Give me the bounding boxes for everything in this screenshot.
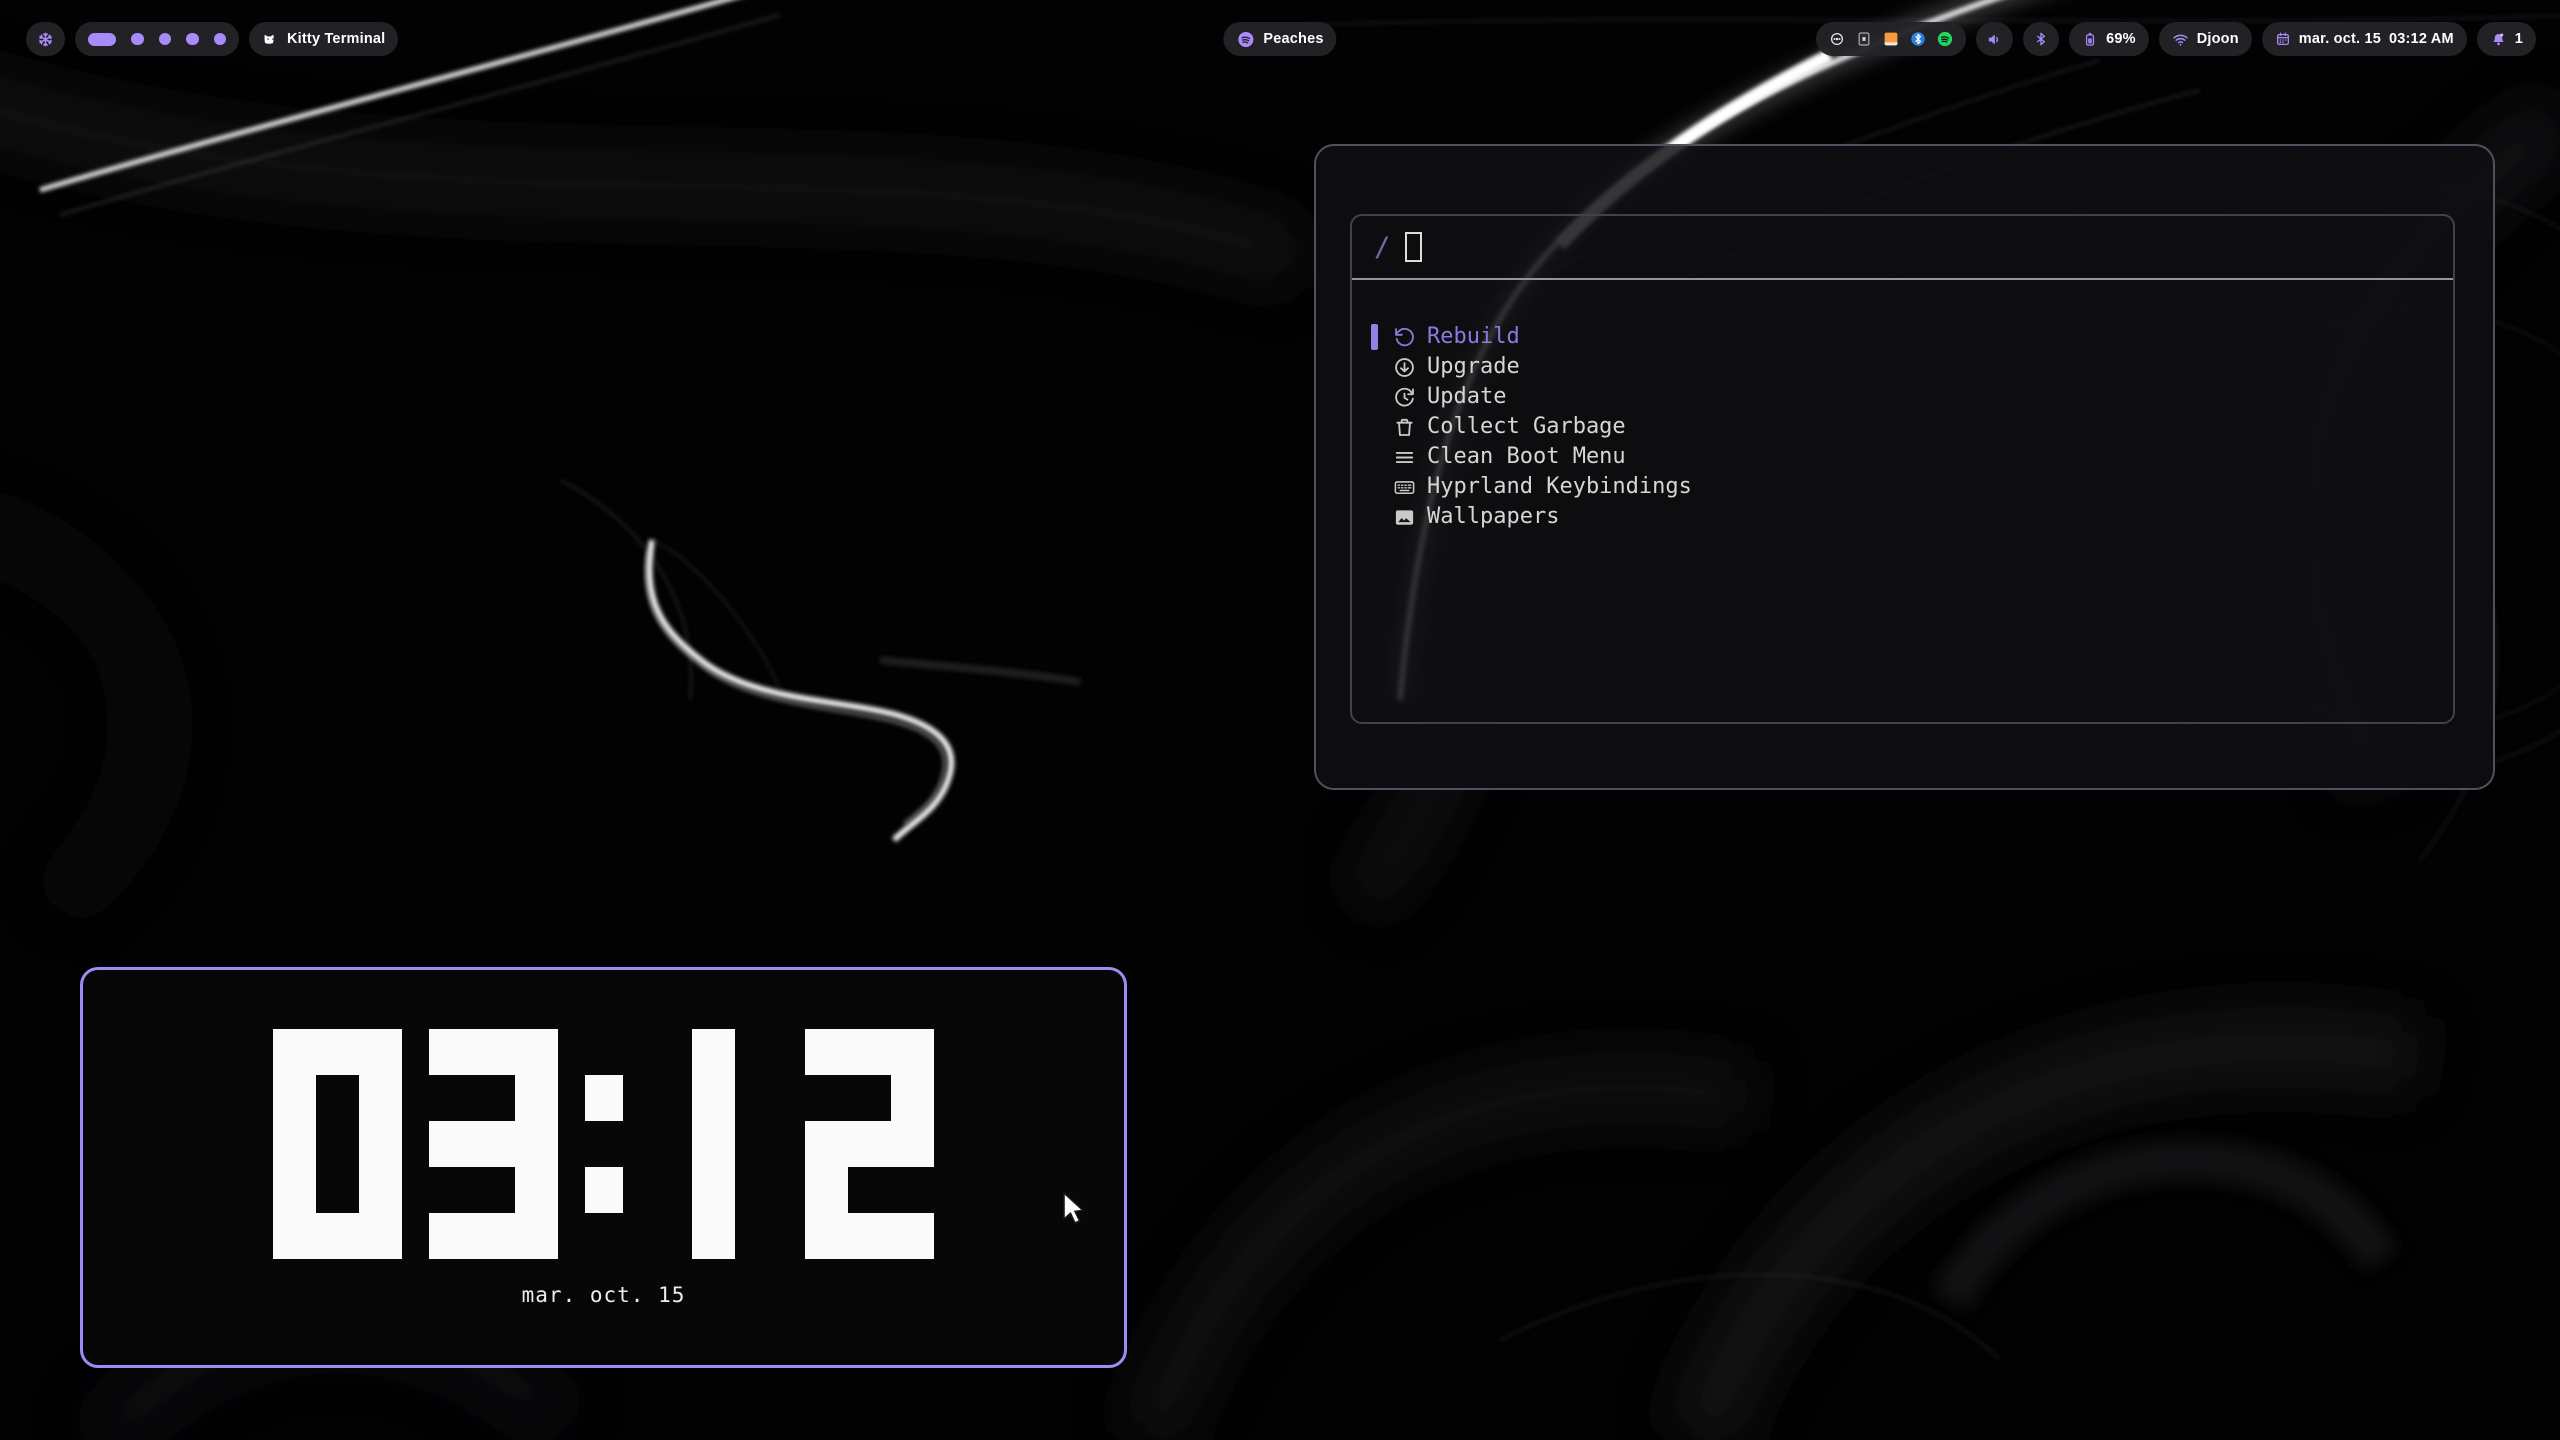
menu-item-rebuild[interactable]: Rebuild <box>1371 322 2453 352</box>
media-label: Peaches <box>1263 31 1323 47</box>
keyboard-icon <box>1393 476 1416 499</box>
menu-item-upgrade[interactable]: Upgrade <box>1371 352 2453 382</box>
menu-item-label: Update <box>1427 382 1506 412</box>
clock-time <box>273 1029 935 1259</box>
system-tray <box>1816 22 1966 56</box>
menu-item-wallpapers[interactable]: Wallpapers <box>1371 502 2453 532</box>
clock-refresh-icon <box>1393 386 1416 409</box>
text-cursor <box>1405 232 1422 262</box>
speaker-icon <box>1986 31 2003 48</box>
menu-item-label: Hyprland Keybindings <box>1427 472 1692 502</box>
datetime-pill[interactable]: mar. oct. 15 03:12 AM <box>2262 22 2467 56</box>
workspace-active-pill[interactable] <box>88 33 116 46</box>
spotify-green-tray-icon[interactable] <box>1936 30 1954 48</box>
wheel-tray-icon[interactable] <box>1828 30 1846 48</box>
top-bar-left: Kitty Terminal <box>26 22 398 56</box>
menu-item-label: Clean Boot Menu <box>1427 442 1626 472</box>
menu-item-clean-boot-menu[interactable]: Clean Boot Menu <box>1371 442 2453 472</box>
os-menu-button[interactable] <box>26 22 65 56</box>
wifi-icon <box>2172 31 2189 48</box>
selection-indicator <box>1371 324 1378 350</box>
battery-icon <box>2082 31 2098 47</box>
time-label: 03:12 AM <box>2389 31 2454 47</box>
bell-icon <box>2490 31 2507 48</box>
selection-indicator <box>1371 504 1378 530</box>
network-label: Djoon <box>2197 31 2239 47</box>
battery-pill[interactable]: 69% <box>2069 22 2149 56</box>
nix-snowflake-icon <box>36 30 55 49</box>
workspace-dot[interactable] <box>131 33 144 46</box>
launcher-menu-list: Rebuild Upgrade Update <box>1352 280 2453 532</box>
active-window-pill[interactable]: Kitty Terminal <box>249 22 398 56</box>
spotify-icon <box>1236 30 1255 49</box>
image-icon <box>1393 506 1416 529</box>
list-icon <box>1393 446 1416 469</box>
menu-item-hyprland-keybindings[interactable]: Hyprland Keybindings <box>1371 472 2453 502</box>
mouse-cursor <box>1062 1192 1096 1228</box>
volume-pill[interactable] <box>1976 22 2013 56</box>
menu-item-collect-garbage[interactable]: Collect Garbage <box>1371 412 2453 442</box>
clock-digit <box>429 1029 559 1259</box>
bluetooth-icon <box>2033 31 2049 47</box>
cat-icon <box>262 31 279 48</box>
top-bar-center: Peaches <box>1223 22 1336 56</box>
selection-indicator <box>1371 444 1378 470</box>
clock-digit <box>805 1029 935 1259</box>
launcher-panel: / Rebuild Upgrade <box>1314 144 2495 790</box>
date-label: mar. oct. 15 <box>2299 31 2381 47</box>
orange-app-tray-icon[interactable] <box>1882 30 1900 48</box>
workspace-dot[interactable] <box>214 33 227 46</box>
launcher-inner-box: / Rebuild Upgrade <box>1350 214 2455 724</box>
bluetooth-pill[interactable] <box>2023 22 2059 56</box>
launcher-search[interactable]: / <box>1352 216 2453 280</box>
selection-indicator <box>1371 384 1378 410</box>
calendar-icon <box>2275 31 2291 47</box>
selection-indicator <box>1371 354 1378 380</box>
menu-item-update[interactable]: Update <box>1371 382 2453 412</box>
clock-date: mar. oct. 15 <box>522 1283 686 1307</box>
battery-label: 69% <box>2106 31 2136 47</box>
network-pill[interactable]: Djoon <box>2159 22 2252 56</box>
top-bar-right: 69% Djoon mar. oct. 15 <box>1816 22 2536 56</box>
selection-indicator <box>1371 474 1378 500</box>
notifications-pill[interactable]: 1 <box>2477 22 2536 56</box>
selection-indicator <box>1371 414 1378 440</box>
clock-digit <box>649 1029 779 1259</box>
active-window-label: Kitty Terminal <box>287 31 385 47</box>
square-app-tray-icon[interactable] <box>1855 30 1873 48</box>
media-pill[interactable]: Peaches <box>1223 22 1336 56</box>
workspaces[interactable] <box>75 22 239 56</box>
workspace-dot[interactable] <box>159 33 172 46</box>
clock-digit <box>273 1029 403 1259</box>
trash-icon <box>1393 416 1416 439</box>
top-bar: Kitty Terminal Peaches <box>0 22 2560 56</box>
menu-item-label: Wallpapers <box>1427 502 1559 532</box>
menu-item-label: Collect Garbage <box>1427 412 1626 442</box>
notification-count: 1 <box>2515 31 2523 47</box>
bluetooth-badge-tray-icon[interactable] <box>1909 30 1927 48</box>
desktop: Kitty Terminal Peaches <box>0 0 2560 1440</box>
rotate-ccw-icon <box>1393 326 1416 349</box>
clock-widget: mar. oct. 15 <box>80 967 1127 1368</box>
menu-item-label: Upgrade <box>1427 352 1520 382</box>
clock-colon <box>585 1029 623 1259</box>
workspace-dot[interactable] <box>186 33 199 46</box>
menu-item-label: Rebuild <box>1427 322 1520 352</box>
search-prompt: / <box>1374 232 1390 263</box>
arrow-down-circle-icon <box>1393 356 1416 379</box>
